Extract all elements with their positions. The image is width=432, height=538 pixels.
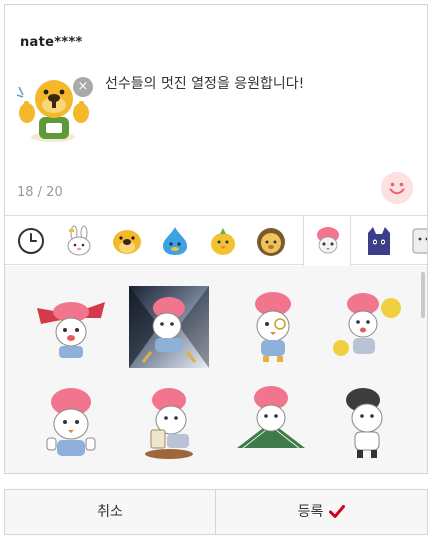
clock-icon: [18, 228, 44, 254]
tab-rabbit[interactable]: [55, 216, 103, 265]
sticker-thumbs-up[interactable]: [31, 382, 111, 464]
cancel-button[interactable]: 취소: [5, 490, 216, 534]
check-icon: [329, 505, 346, 518]
tab-recent[interactable]: [7, 216, 55, 265]
sticker-grid: [5, 266, 427, 473]
sticker-selected-dramatic[interactable]: [129, 286, 209, 368]
sticker-ribbon[interactable]: [31, 284, 111, 366]
submit-button-label: 등록: [297, 504, 324, 520]
more-icon: [412, 228, 427, 254]
comment-composer-panel: nate**** × 선수들의 멋진 열정을 응원합니다! 18 / 20: [4, 4, 428, 474]
username: nate****: [20, 35, 83, 50]
emoji-toggle-button[interactable]: [381, 172, 413, 204]
sticker-beer[interactable]: [129, 382, 209, 464]
lion-icon: [257, 228, 285, 256]
sticker-grid-scrollbar[interactable]: [421, 272, 425, 318]
submit-button[interactable]: 등록: [216, 490, 427, 534]
tab-purple-cat[interactable]: [355, 216, 403, 265]
blue-drop-icon: [163, 227, 187, 255]
sticker-fan[interactable]: [231, 382, 311, 464]
tab-more[interactable]: [403, 216, 427, 265]
tab-pink-hair-character[interactable]: [303, 216, 351, 267]
rabbit-icon: [67, 225, 91, 256]
tab-chick[interactable]: [199, 216, 247, 265]
remove-sticker-button[interactable]: ×: [73, 77, 93, 97]
tab-dog[interactable]: [103, 216, 151, 265]
pink-hair-character-icon: [317, 227, 339, 254]
purple-cat-icon: [368, 227, 390, 255]
character-counter: 18 / 20: [17, 185, 63, 200]
composer-area[interactable]: nate**** × 선수들의 멋진 열정을 응원합니다! 18 / 20: [5, 5, 427, 213]
chick-icon: [211, 228, 235, 255]
smile-icon: [389, 182, 405, 195]
sticker-cheerleader[interactable]: [327, 286, 407, 368]
sticker-selected-dramatic-art: [129, 286, 209, 368]
sticker-gray-hair[interactable]: [327, 382, 407, 464]
tab-blue-drop[interactable]: [151, 216, 199, 265]
dog-icon: [113, 230, 141, 254]
sticker-tab-bar: [5, 215, 427, 267]
message-text[interactable]: 선수들의 멋진 열정을 응원합니다!: [105, 73, 304, 93]
cancel-button-label: 취소: [97, 504, 123, 520]
action-button-row: 취소 등록: [4, 489, 428, 535]
sticker-monocle[interactable]: [233, 286, 313, 368]
tab-lion[interactable]: [247, 216, 295, 265]
